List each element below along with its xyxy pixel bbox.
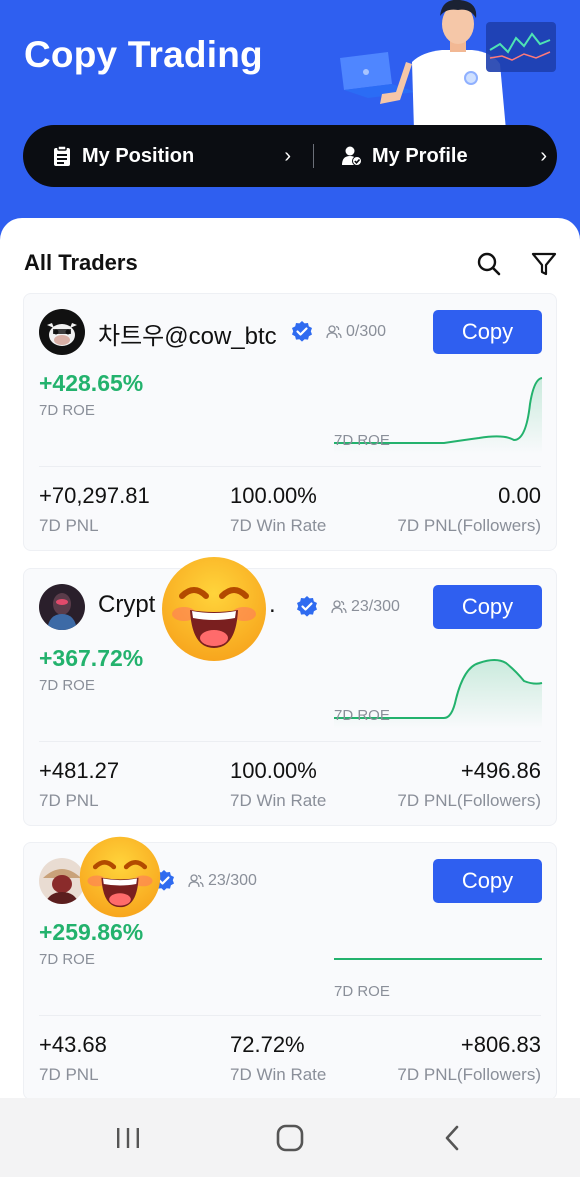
pnl-value: +70,297.81 [39, 483, 150, 508]
followers-count: 23/300 [188, 872, 257, 890]
divider [39, 741, 541, 742]
trader-name-tail: . [269, 591, 276, 618]
followers-pnl-label: 7D PNL(Followers) [397, 516, 541, 535]
followers-pnl-label: 7D PNL(Followers) [397, 791, 541, 810]
chart-label: 7D ROE [334, 983, 390, 1000]
win-rate-label: 7D Win Rate [230, 1065, 327, 1084]
followers-pnl-value: +806.83 [460, 1032, 541, 1057]
pnl-label: 7D PNL [39, 1065, 99, 1084]
divider [39, 1015, 541, 1016]
home-icon [276, 1124, 304, 1152]
system-navigation-bar [0, 1098, 580, 1177]
trader-card[interactable]: Crypt . 23/300 Copy +367.72% 7D ROE 7D R… [23, 568, 557, 826]
win-rate-value: 72.72% [230, 1032, 305, 1057]
avatar [39, 584, 85, 630]
followers-value: 23/300 [208, 872, 257, 889]
my-profile-button[interactable]: My Profile › [341, 125, 547, 187]
copy-button[interactable]: Copy [433, 859, 542, 903]
trader-card[interactable]: 차트우@cow_btc 0/300 Copy +428.65% 7D ROE 7… [23, 293, 557, 551]
quick-actions-bar: My Position › My Profile › [23, 125, 557, 187]
pnl-value: +43.68 [39, 1032, 107, 1057]
trader-illustration [340, 0, 556, 130]
win-rate-label: 7D Win Rate [230, 516, 327, 535]
filter-icon[interactable] [531, 251, 557, 277]
grinning-emoji-sticker [162, 557, 266, 661]
win-rate-value: 100.00% [230, 483, 317, 508]
back-button[interactable] [432, 1118, 472, 1158]
my-position-button[interactable]: My Position › [51, 125, 291, 187]
recent-apps-icon [117, 1128, 139, 1148]
my-position-label: My Position [82, 144, 195, 167]
chart-label: 7D ROE [334, 707, 390, 724]
chart-label: 7D ROE [334, 432, 390, 449]
recent-apps-button[interactable] [108, 1118, 148, 1158]
win-rate-label: 7D Win Rate [230, 791, 327, 810]
search-icon[interactable] [476, 251, 502, 277]
my-profile-label: My Profile [372, 144, 468, 167]
followers-icon [326, 325, 342, 339]
pnl-label: 7D PNL [39, 791, 99, 810]
roe-value: +428.65% [39, 370, 144, 396]
roe-label: 7D ROE [39, 677, 95, 694]
copy-button[interactable]: Copy [433, 585, 542, 629]
win-rate-value: 100.00% [230, 758, 317, 783]
trader-name: Crypt [98, 591, 156, 618]
followers-pnl-label: 7D PNL(Followers) [397, 1065, 541, 1084]
followers-value: 0/300 [346, 323, 387, 340]
pnl-label: 7D PNL [39, 516, 99, 535]
followers-pnl-value: +496.86 [460, 758, 541, 783]
verified-badge-icon [297, 596, 317, 617]
hero-banner: Copy Trading My Position › My Profile › [0, 0, 580, 250]
followers-count: 0/300 [326, 323, 386, 341]
section-title: All Traders [24, 250, 138, 275]
followers-pnl-value: 0.00 [498, 483, 541, 508]
followers-count: 23/300 [331, 598, 400, 616]
roe-value: +259.86% [39, 919, 144, 945]
user-check-icon [341, 145, 363, 167]
roe-label: 7D ROE [39, 951, 95, 968]
pnl-value: +481.27 [39, 758, 120, 783]
trader-name: 차트우@cow_btc [98, 323, 277, 350]
verified-badge-icon [292, 321, 312, 342]
home-button[interactable] [270, 1118, 310, 1158]
divider [313, 144, 314, 168]
page-title: Copy Trading [24, 34, 263, 75]
avatar [39, 309, 85, 355]
roe-label: 7D ROE [39, 402, 95, 419]
chevron-right-icon: › [284, 144, 291, 167]
grinning-emoji-sticker [79, 836, 161, 918]
chevron-right-icon: › [540, 144, 547, 167]
roe-value: +367.72% [39, 645, 144, 671]
divider [39, 466, 541, 467]
back-icon [445, 1125, 459, 1151]
copy-button[interactable]: Copy [433, 310, 542, 354]
followers-icon [331, 600, 347, 614]
followers-value: 23/300 [351, 598, 400, 615]
clipboard-icon [51, 145, 73, 167]
followers-icon [188, 874, 204, 888]
